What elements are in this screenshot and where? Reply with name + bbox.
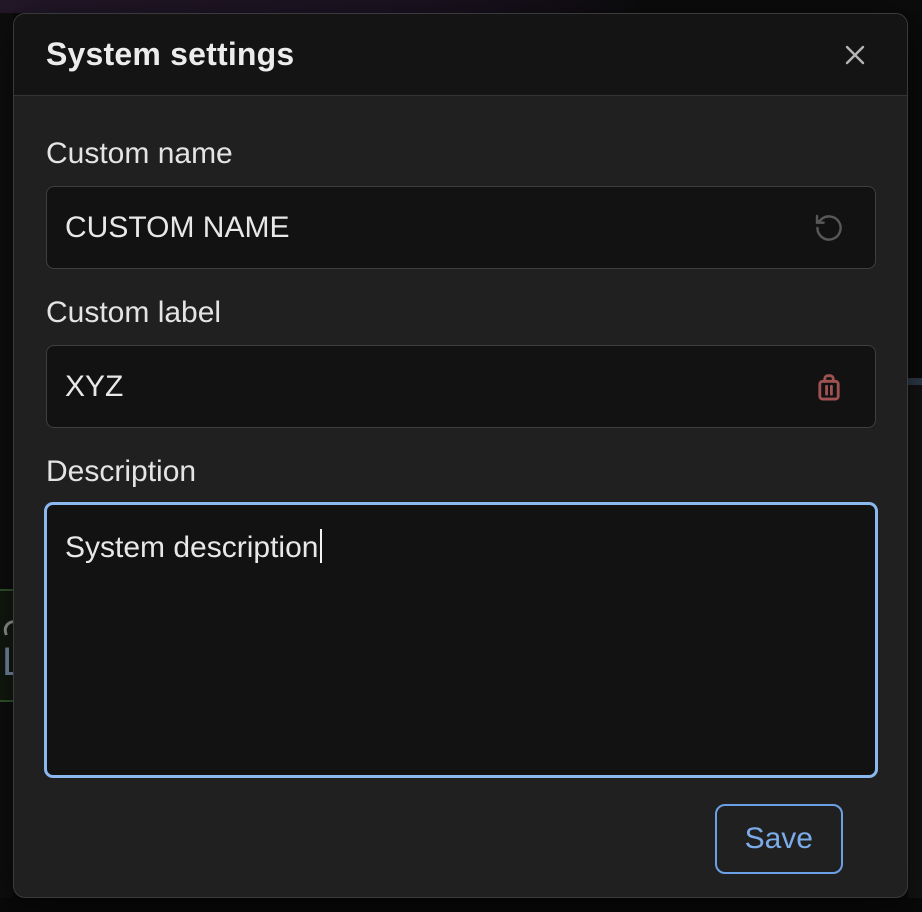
description-label: Description — [46, 456, 875, 488]
custom-label-label: Custom label — [46, 297, 875, 329]
close-icon — [840, 40, 870, 70]
reset-custom-name-button[interactable] — [807, 206, 851, 250]
save-button[interactable]: Save — [715, 804, 843, 874]
background-partial-letter: L — [2, 641, 13, 683]
background-right-panel — [908, 385, 922, 898]
background-left-strip — [0, 13, 13, 898]
dialog-header: System settings — [14, 14, 907, 96]
background-partial-node: L — [0, 589, 13, 702]
close-button[interactable] — [835, 35, 875, 75]
dialog-footer: Save — [46, 778, 875, 874]
dialog-body: Custom name CUSTOM NAME Custom label XYZ — [14, 96, 907, 897]
rotate-ccw-icon — [813, 212, 845, 244]
custom-name-value: CUSTOM NAME — [65, 211, 807, 245]
custom-name-label: Custom name — [46, 138, 875, 170]
custom-name-input[interactable]: CUSTOM NAME — [46, 186, 876, 269]
delete-custom-label-button[interactable] — [807, 365, 851, 409]
description-value: System description — [65, 531, 318, 564]
custom-label-input[interactable]: XYZ — [46, 345, 876, 428]
background-right-divider — [908, 378, 922, 385]
background-top-strip — [0, 0, 922, 13]
background-bottom-strip — [0, 898, 922, 912]
custom-label-value: XYZ — [65, 370, 807, 404]
dialog-title: System settings — [46, 36, 294, 73]
background-curve-glyph — [2, 619, 13, 635]
system-settings-dialog: System settings Custom name CUSTOM NAME — [13, 13, 908, 898]
description-textarea[interactable]: System description — [44, 502, 878, 778]
trash-icon — [812, 370, 846, 404]
text-caret — [320, 529, 322, 563]
